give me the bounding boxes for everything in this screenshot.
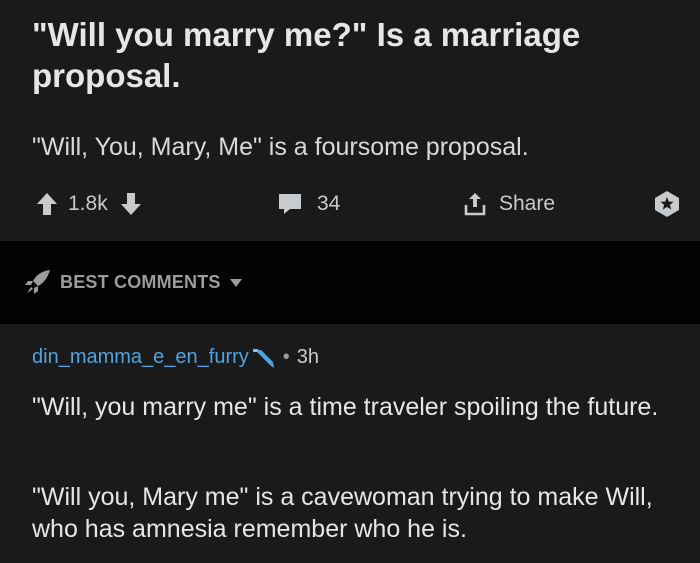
caret-down-icon bbox=[229, 278, 243, 288]
comment-paragraph: "Will you, Mary me" is a cavewoman tryin… bbox=[32, 483, 653, 543]
meta-separator: • bbox=[282, 346, 290, 368]
comment-age: 3h bbox=[296, 346, 320, 368]
share-upload-icon bbox=[463, 191, 487, 217]
post-body: "Will, You, Mary, Me" is a foursome prop… bbox=[32, 133, 529, 161]
post: "Will you marry me?" Is a marriage propo… bbox=[0, 0, 700, 241]
comment-bubble-icon bbox=[277, 192, 303, 216]
comment-meta: din_mamma_e_en_furry • 3h bbox=[32, 346, 319, 369]
award-button[interactable] bbox=[652, 186, 682, 222]
sort-label: BEST COMMENTS bbox=[60, 271, 221, 292]
share-button[interactable]: Share bbox=[463, 186, 555, 222]
post-title[interactable]: "Will you marry me?" Is a marriage propo… bbox=[32, 14, 672, 96]
downvote-arrow-icon[interactable] bbox=[120, 192, 142, 216]
comment-paragraph: "Will, you marry me" is a time traveler … bbox=[32, 393, 659, 421]
comment-sort-bar: BEST COMMENTS bbox=[0, 241, 700, 324]
comment-count: 34 bbox=[317, 192, 341, 215]
comment-author-link[interactable]: din_mamma_e_en_furry bbox=[32, 346, 249, 369]
vote-controls: 1.8k bbox=[36, 186, 142, 222]
comment-sort-dropdown[interactable]: BEST COMMENTS bbox=[24, 269, 243, 295]
share-label: Share bbox=[499, 192, 556, 215]
rocket-icon bbox=[24, 269, 52, 295]
comment: din_mamma_e_en_furry • 3h "Will, you mar… bbox=[0, 324, 700, 563]
award-badge-icon bbox=[652, 189, 682, 219]
flair-pencil-icon bbox=[251, 347, 275, 369]
upvote-arrow-icon[interactable] bbox=[36, 192, 58, 216]
comments-button[interactable]: 34 bbox=[277, 186, 340, 222]
vote-count: 1.8k bbox=[68, 192, 108, 215]
post-action-bar: 1.8k 34 Share bbox=[0, 186, 700, 222]
